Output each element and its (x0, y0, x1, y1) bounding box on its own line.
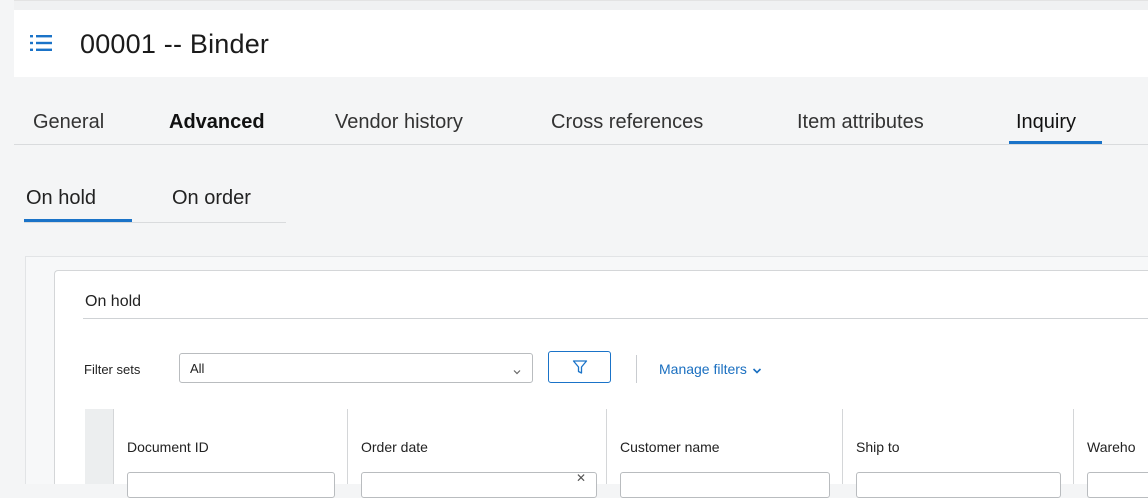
column-header[interactable]: Wareho (1087, 439, 1136, 455)
manage-filters-label: Manage filters (659, 361, 747, 377)
column-header[interactable]: Customer name (620, 439, 720, 455)
on-hold-grid: Document ID Order date ✕ Customer name S… (85, 409, 1148, 498)
subtab-on-order[interactable]: On order (172, 187, 251, 210)
tab-vendor-history[interactable]: Vendor history (335, 111, 463, 134)
filter-sets-label: Filter sets (84, 362, 141, 377)
page-header: 00001 -- Binder (14, 10, 1148, 77)
column-filter-input[interactable]: ✕ (361, 471, 597, 498)
page-title: 00001 -- Binder (80, 29, 270, 59)
column-filter-input[interactable] (856, 472, 1061, 498)
column-order-date: Order date ✕ (348, 409, 607, 498)
list-menu-icon[interactable] (30, 34, 52, 52)
column-filter-input[interactable] (620, 472, 830, 498)
column-ship-to: Ship to (843, 409, 1074, 498)
column-filter-input[interactable] (127, 472, 335, 498)
chevron-down-icon (512, 364, 522, 375)
filter-sets-select[interactable]: All (179, 353, 533, 383)
column-warehouse: Wareho (1074, 409, 1148, 498)
tab-item-attributes[interactable]: Item attributes (797, 111, 924, 134)
active-tab-indicator (1009, 141, 1102, 144)
column-customer-name: Customer name (607, 409, 843, 498)
column-header[interactable]: Document ID (127, 439, 209, 455)
card-title: On hold (85, 293, 142, 310)
subtab-on-hold[interactable]: On hold (26, 187, 96, 210)
tab-cross-references[interactable]: Cross references (551, 111, 703, 134)
tab-inquiry[interactable]: Inquiry (1016, 111, 1076, 134)
main-tabs: General Advanced Vendor history Cross re… (14, 99, 1148, 145)
toolbar-separator (636, 355, 637, 383)
card-divider (83, 318, 1148, 319)
tab-general[interactable]: General (33, 111, 104, 134)
column-document-id: Document ID (114, 409, 348, 498)
funnel-icon (572, 360, 588, 374)
sub-tabs: On hold On order (24, 182, 286, 223)
active-subtab-indicator (24, 219, 132, 222)
column-header[interactable]: Ship to (856, 439, 900, 455)
chevron-down-icon (752, 362, 762, 378)
tab-advanced[interactable]: Advanced (169, 111, 265, 134)
filter-sets-value: All (190, 361, 205, 376)
row-select-column[interactable] (85, 409, 114, 484)
column-header[interactable]: Order date (361, 439, 428, 455)
manage-filters-link[interactable]: Manage filters (659, 361, 762, 378)
column-filter-input[interactable] (1087, 472, 1148, 498)
on-hold-card: On hold Filter sets All Manage filters D… (54, 270, 1148, 498)
filter-button[interactable] (548, 351, 611, 383)
top-edge (14, 0, 1148, 10)
